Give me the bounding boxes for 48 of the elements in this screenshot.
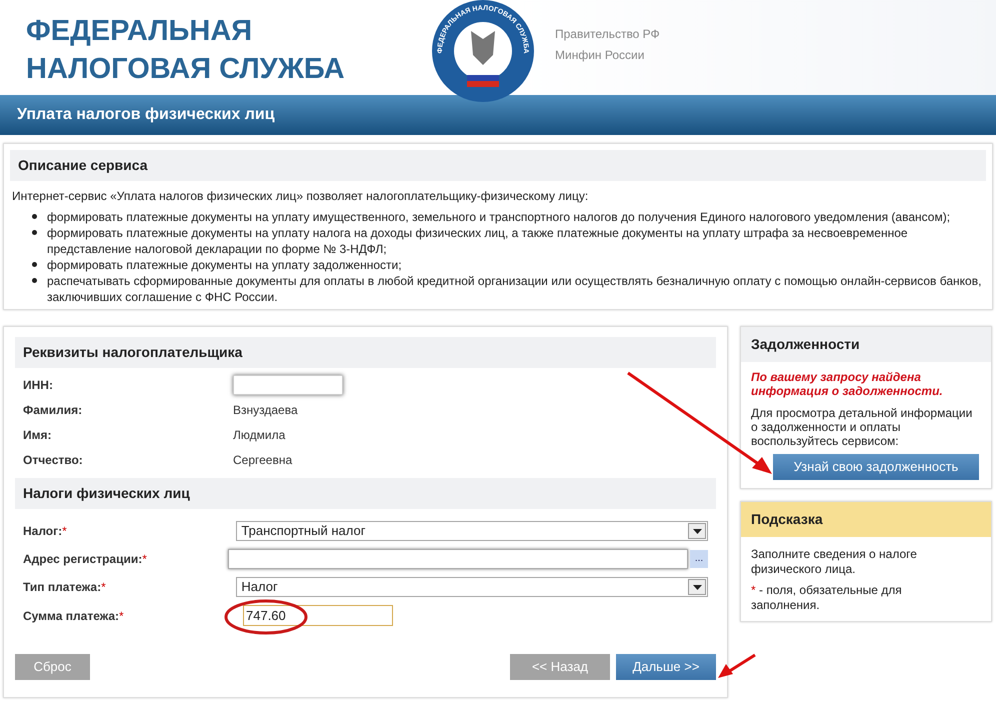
panel-heading: Задолженности — [741, 327, 991, 362]
feature-text: формировать платежные документы на уплату задолженности; — [47, 257, 402, 273]
tax-select[interactable]: Налог — [236, 577, 708, 597]
hint-note: * - поля, обязательные для заполнения. — [750, 583, 903, 613]
hint-text: Заполните сведения о налоге физического лица. — [750, 547, 918, 577]
bullet-icon — [32, 262, 37, 267]
tax-select[interactable]: Транспортный налог — [236, 521, 708, 541]
field-label: Адрес регистрации: — [23, 551, 142, 568]
required-mark: * — [119, 608, 124, 624]
field-label: Имя: — [23, 426, 52, 444]
site-title: НАЛОГОВАЯ СЛУЖБА — [26, 52, 346, 86]
required-mark: * — [101, 579, 106, 596]
required-mark: * — [142, 551, 147, 568]
bullet-icon — [32, 278, 37, 283]
feature-text: формировать платежные документы на уплату имущественного, земельного и транспортного налогов до получения Единого налогового уведомления (авансом); — [47, 209, 950, 225]
amount-field[interactable]: 747.60 — [243, 605, 393, 626]
field-label: Тип платежа: — [23, 579, 102, 596]
field-label: ИНН: — [23, 376, 54, 394]
field-label: Сумма платежа: — [23, 608, 120, 624]
section-heading: Налоги физических лиц — [15, 478, 716, 509]
back-button[interactable]: << Назад — [510, 654, 610, 680]
section-heading: Реквизиты налогоплательщика — [15, 337, 716, 368]
address-field[interactable] — [228, 549, 688, 569]
browse-button[interactable]: ... — [690, 550, 708, 568]
feature-text: распечатывать сформированные документы для оплаты в любой кредитной организации или осуществлять безналичную оплату с помощью онлайн-сервисов банков, заключивших соглашение с ФНС России. — [47, 273, 982, 305]
header-link[interactable]: Правительство РФ — [555, 25, 660, 43]
panel-heading: Подсказка — [741, 502, 991, 537]
field-value: Взнуздаева — [233, 402, 298, 418]
reset-button[interactable]: Сброс — [15, 654, 90, 680]
field-label: Фамилия: — [23, 402, 84, 418]
check-debt-button[interactable]: Узнай свою задолженность — [773, 454, 979, 480]
required-mark: * — [62, 523, 67, 540]
debt-info-text: Для просмотра детальной информации о задолженности и оплаты воспользуйтесь сервисом: — [750, 406, 974, 448]
bullet-icon — [32, 230, 37, 235]
header-link[interactable]: Минфин России — [555, 46, 660, 64]
site-title: ФЕДЕРАЛЬНАЯ — [26, 14, 254, 48]
section-heading: Описание сервиса — [10, 150, 986, 181]
feature-text: формировать платежные документы на уплату налога на доходы физических лиц, а также платежные документы на уплату штрафа за несвоевременное представление налоговой декларации по форме № 3-НДФЛ; — [47, 225, 909, 257]
field-label: Налог: — [23, 523, 62, 540]
field-label: Отчество: — [23, 452, 84, 468]
annotation-arrow — [718, 654, 756, 678]
debt-alert-text: По вашему запросу найдена информация о задолженности. — [750, 370, 944, 398]
next-button[interactable]: Дальше >> — [616, 654, 716, 680]
field-value: Людмила — [233, 426, 286, 444]
intro-text: Интернет-сервис «Уплата налогов физических лиц» позволяет налогоплательщику-физическому лицу: — [11, 188, 590, 205]
page-banner-title: Уплата налогов физических лиц — [17, 105, 275, 125]
field-value: Сергеевна — [233, 452, 292, 468]
bullet-icon — [32, 214, 37, 219]
